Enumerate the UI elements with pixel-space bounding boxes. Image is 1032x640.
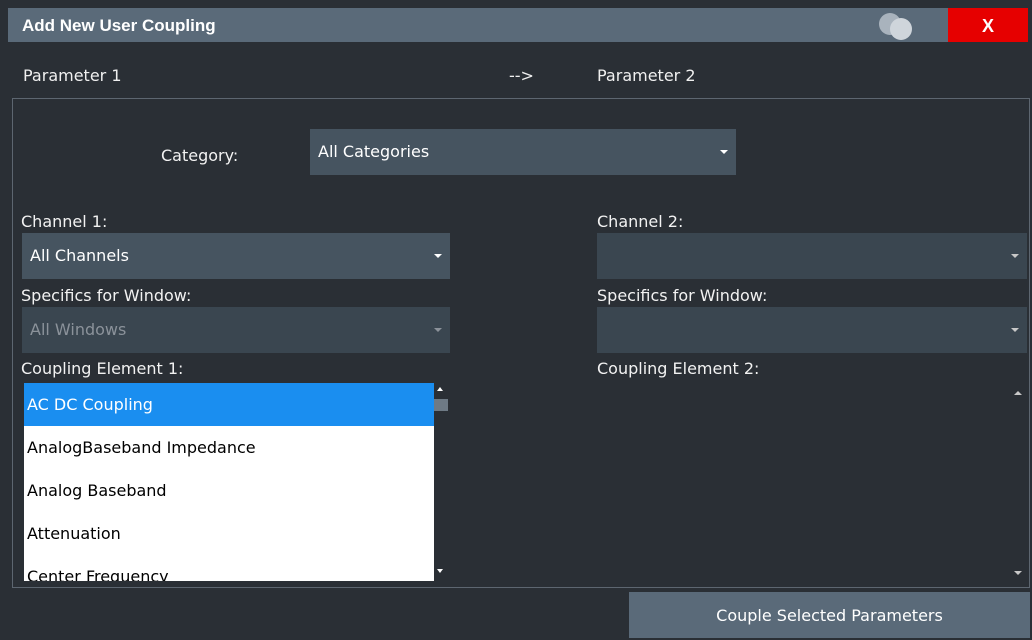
window-2-label: Specifics for Window: (597, 286, 768, 305)
parameter-2-header: Parameter 2 (597, 66, 696, 85)
coupling-element-1-label: Coupling Element 1: (21, 359, 184, 378)
scroll-thumb[interactable] (434, 399, 448, 411)
chevron-down-icon (1011, 254, 1019, 258)
list-item[interactable]: Analog Baseband (24, 469, 434, 512)
rohde-schwarz-logo-icon (879, 13, 912, 40)
category-dropdown[interactable]: All Categories (310, 129, 736, 175)
chevron-down-icon (720, 150, 728, 154)
list-scrollbar[interactable] (434, 383, 448, 581)
channel-2-label: Channel 2: (597, 212, 684, 231)
scroll-up-icon[interactable] (1014, 391, 1022, 395)
coupling-element-2-label: Coupling Element 2: (597, 359, 760, 378)
chevron-down-icon (1011, 328, 1019, 332)
chevron-down-icon (434, 254, 442, 258)
list-item[interactable]: AC DC Coupling (24, 383, 434, 426)
window-title: Add New User Coupling (22, 16, 216, 35)
scroll-down-icon[interactable] (1014, 571, 1022, 575)
couple-selected-parameters-button[interactable]: Couple Selected Parameters (629, 592, 1030, 638)
scroll-down-icon[interactable] (437, 569, 443, 573)
category-label: Category: (161, 146, 239, 165)
channel-1-label: Channel 1: (21, 212, 108, 231)
channel-2-dropdown[interactable] (597, 233, 1027, 279)
channel-1-dropdown[interactable]: All Channels (22, 233, 450, 279)
list-item[interactable]: Attenuation (24, 512, 434, 555)
coupling-panel: Category: All Categories Channel 1: All … (12, 98, 1030, 588)
list-item[interactable]: AnalogBaseband Impedance (24, 426, 434, 469)
scroll-up-icon[interactable] (437, 387, 443, 391)
coupling-element-1-list[interactable]: AC DC Coupling AnalogBaseband Impedance … (24, 383, 434, 581)
window-1-label: Specifics for Window: (21, 286, 192, 305)
window-2-dropdown[interactable] (597, 307, 1027, 353)
title-bar: Add New User Coupling X (8, 8, 1028, 42)
chevron-down-icon (434, 328, 442, 332)
list-item[interactable]: Center Frequency (24, 555, 434, 581)
window-1-value: All Windows (30, 320, 127, 339)
channel-1-value: All Channels (30, 246, 129, 265)
arrow-label: --> (509, 66, 534, 85)
close-button[interactable]: X (948, 8, 1028, 42)
category-value: All Categories (318, 142, 430, 161)
window-1-dropdown: All Windows (22, 307, 450, 353)
parameter-1-header: Parameter 1 (23, 66, 122, 85)
